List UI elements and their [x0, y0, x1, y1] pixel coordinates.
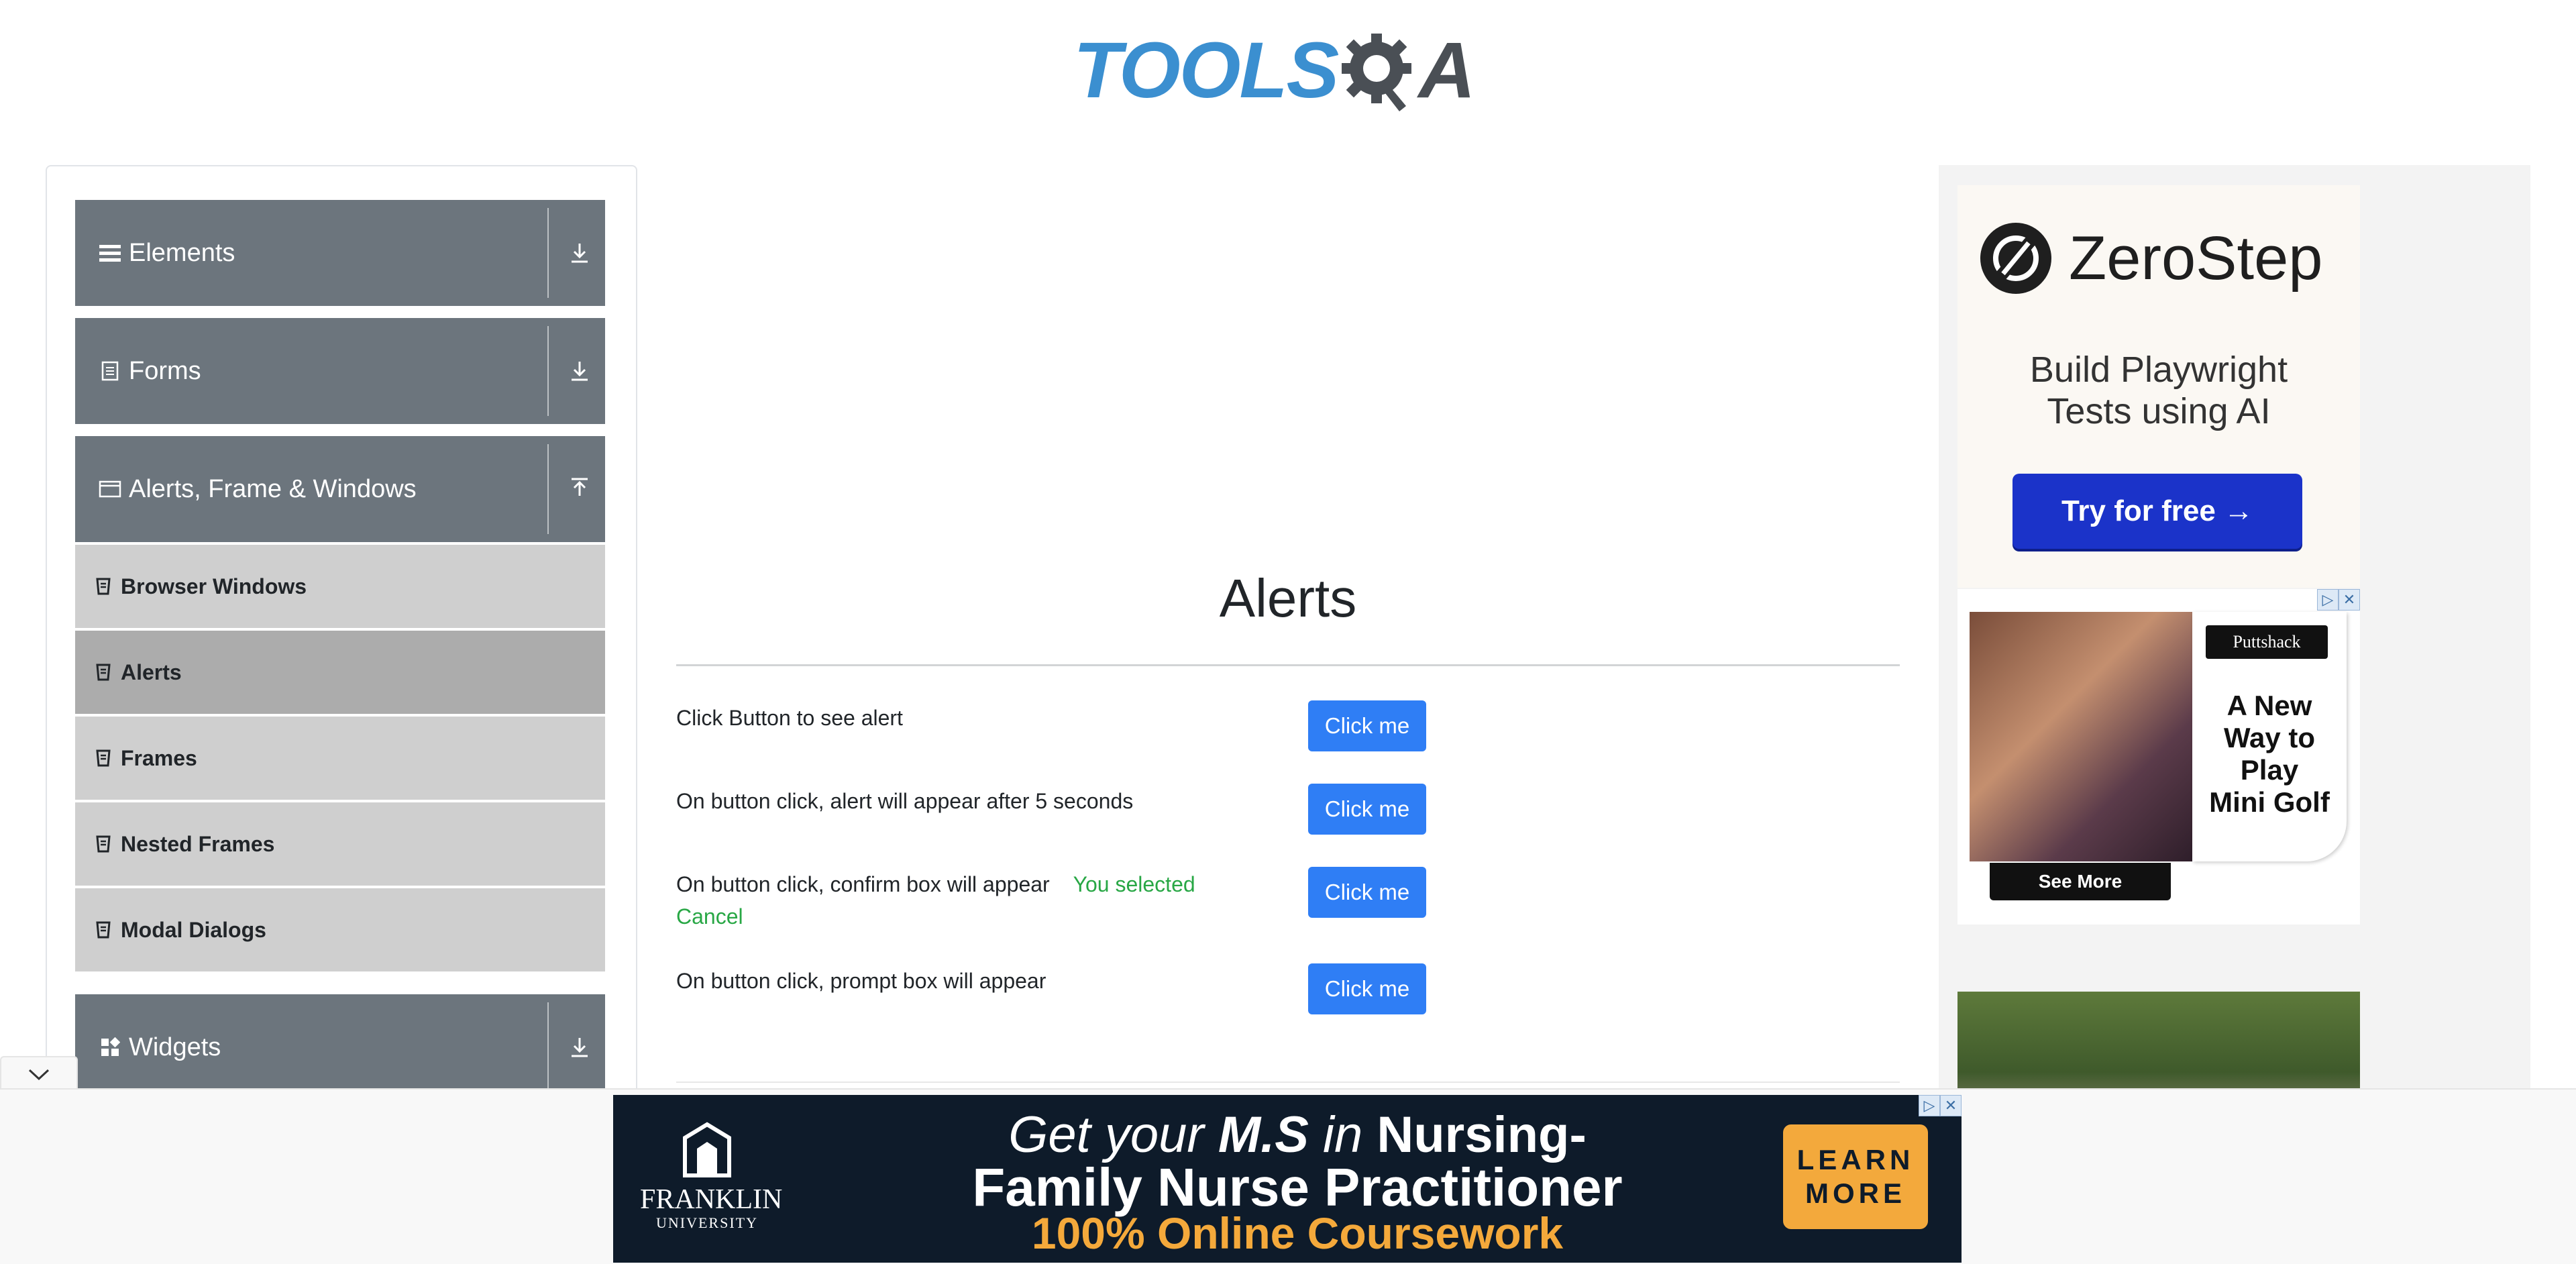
copy-line: A New	[2226, 690, 2312, 721]
copy-line: Play	[2240, 754, 2299, 786]
menu-item-browser-windows[interactable]: Browser Windows	[75, 545, 605, 631]
group-label: Forms	[129, 356, 201, 385]
zerostep-ad[interactable]: ZeroStep Build Playwright Tests using AI…	[1957, 185, 2360, 588]
form-icon	[98, 359, 122, 383]
group-label: Alerts, Frame & Windows	[129, 474, 417, 503]
menu-item-frames[interactable]: Frames	[75, 717, 605, 802]
upload-arrow-icon[interactable]	[566, 476, 593, 503]
zerostep-logo: ZeroStep	[1980, 223, 2322, 294]
puttshack-ad[interactable]: ▷ ✕ Puttshack A New Way to Play Mini Gol…	[1957, 589, 2360, 925]
ad-close-icon[interactable]: ✕	[1940, 1095, 1962, 1116]
franklin-banner-ad[interactable]: ▷ ✕ FRANKLIN UNIVERSITY Get your M.S in …	[613, 1095, 1962, 1263]
menu-item-label: Frames	[121, 745, 197, 770]
ad-panel: Puttshack A New Way to Play Mini Golf	[2192, 612, 2347, 861]
confirm-row-label: On button click, confirm box will appear	[676, 872, 1050, 896]
ad-info-icon[interactable]: ▷	[2317, 589, 2339, 611]
headline-part: in	[1308, 1106, 1377, 1163]
copy-line: Mini Golf	[2209, 786, 2330, 818]
page-title: Alerts	[1219, 568, 1357, 628]
left-panel: Elements Forms Alerts, Frame & Windows B…	[46, 165, 637, 1106]
banner-headline-3: 100% Online Coursework	[1031, 1208, 1564, 1258]
zerostep-tagline: Build Playwright Tests using AI	[1957, 349, 2360, 432]
menu-item-label: Alerts	[121, 660, 182, 684]
menu-item-label: Nested Frames	[121, 831, 275, 856]
item-icon	[96, 835, 111, 853]
prompt-row-label: On button click, prompt box will appear	[676, 969, 1046, 993]
gear-icon	[1338, 27, 1418, 114]
zerostep-mark-icon	[1980, 223, 2051, 294]
puttshack-copy: A New Way to Play Mini Golf	[2199, 690, 2340, 819]
right-ad-column: ZeroStep Build Playwright Tests using AI…	[1939, 165, 2530, 1091]
ad-close-icon[interactable]: ✕	[2339, 589, 2360, 611]
confirm-button[interactable]: Click me	[1308, 867, 1426, 918]
group-header-forms[interactable]: Forms	[75, 318, 605, 424]
cta-line: MORE	[1805, 1177, 1906, 1209]
ad-photo	[1970, 612, 2192, 861]
alerts-submenu: Browser Windows Alerts Frames Nested Fra…	[75, 545, 605, 974]
confirm-row: On button click, confirm box will appear…	[676, 868, 1253, 933]
ad-choices[interactable]: ▷ ✕	[2317, 589, 2360, 611]
download-arrow-icon[interactable]	[566, 1034, 593, 1061]
logo-tools-text: TOOLS	[1073, 26, 1339, 115]
divider	[547, 444, 549, 534]
download-arrow-icon[interactable]	[566, 240, 593, 266]
timer-alert-button[interactable]: Click me	[1308, 784, 1426, 835]
group-header-elements[interactable]: Elements	[75, 200, 605, 306]
cta-line: LEARN	[1796, 1144, 1915, 1175]
see-more-button[interactable]: See More	[1990, 863, 2171, 900]
collapse-ad-button[interactable]	[0, 1056, 78, 1092]
download-arrow-icon[interactable]	[566, 358, 593, 384]
widgets-icon	[98, 1035, 122, 1059]
ad-info-icon[interactable]: ▷	[1919, 1095, 1940, 1116]
zerostep-tagline-2: Tests using AI	[2047, 391, 2271, 431]
prompt-button[interactable]: Click me	[1308, 963, 1426, 1014]
group-header-widgets[interactable]: Widgets	[75, 994, 605, 1100]
alert-button[interactable]: Click me	[1308, 700, 1426, 751]
menu-item-alerts[interactable]: Alerts	[75, 631, 605, 717]
headline-part: Get your	[1008, 1106, 1218, 1163]
toolsqa-logo[interactable]: TOOLS A	[1073, 20, 1476, 121]
divider	[547, 1002, 549, 1092]
zerostep-tagline-1: Build Playwright	[2029, 350, 2288, 390]
hamburger-icon	[98, 241, 122, 265]
window-icon	[98, 477, 122, 501]
divider	[547, 208, 549, 298]
franklin-sub: UNIVERSITY	[656, 1214, 758, 1231]
item-icon	[96, 749, 111, 767]
divider	[547, 326, 549, 416]
item-icon	[96, 921, 111, 939]
puttshack-brand: Puttshack	[2206, 625, 2328, 659]
chevron-down-icon	[28, 1069, 50, 1081]
content-divider	[676, 1082, 1900, 1083]
franklin-logo: FRANKLIN UNIVERSITY	[640, 1122, 783, 1232]
group-header-alerts-frame-windows[interactable]: Alerts, Frame & Windows	[75, 436, 605, 542]
copy-line: Way to	[2223, 722, 2316, 753]
ad-choices[interactable]: ▷ ✕	[1919, 1095, 1962, 1116]
logo-a-text: A	[1418, 26, 1475, 115]
item-icon	[96, 664, 111, 681]
title-divider	[676, 664, 1900, 666]
menu-item-modal-dialogs[interactable]: Modal Dialogs	[75, 888, 605, 974]
group-label: Widgets	[129, 1033, 221, 1061]
group-label: Elements	[129, 238, 235, 267]
try-for-free-button[interactable]: Try for free →	[2012, 474, 2302, 549]
alert-row-label: Click Button to see alert	[676, 706, 903, 730]
item-icon	[96, 578, 111, 595]
franklin-name: FRANKLIN	[640, 1184, 783, 1215]
banner-headline-2: Family Nurse Practitioner	[972, 1157, 1623, 1217]
timer-alert-row-label: On button click, alert will appear after…	[676, 789, 1134, 813]
menu-item-label: Modal Dialogs	[121, 917, 266, 942]
banner-headline-1: Get your M.S in Nursing-	[848, 1107, 1747, 1163]
zerostep-name: ZeroStep	[2069, 223, 2323, 293]
menu-item-label: Browser Windows	[121, 574, 307, 598]
menu-item-nested-frames[interactable]: Nested Frames	[75, 802, 605, 888]
franklin-mark-icon	[682, 1122, 732, 1178]
learn-more-button[interactable]: LEARN MORE	[1783, 1124, 1928, 1229]
headline-part: M.S	[1218, 1106, 1309, 1163]
video-ad-thumbnail[interactable]	[1957, 992, 2360, 1091]
headline-part: Nursing-	[1377, 1106, 1587, 1163]
